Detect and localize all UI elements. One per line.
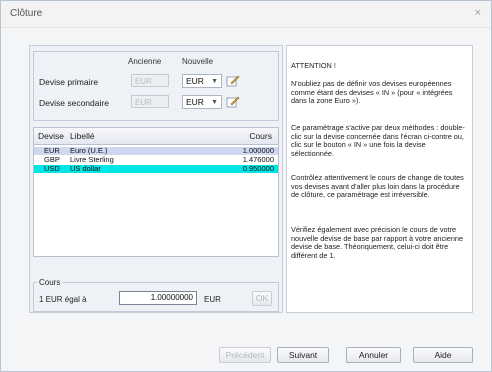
header-old: Ancienne (128, 57, 162, 66)
table-header: Devise Libellé Cours (34, 128, 278, 145)
cell-devise: USD (44, 164, 60, 173)
edit-icon[interactable] (226, 95, 240, 108)
cell-cours: 1.476000 (242, 155, 274, 164)
column-header-cours[interactable]: Cours (249, 131, 272, 141)
next-button[interactable]: Suivant (277, 347, 329, 363)
cell-devise: EUR (44, 146, 60, 155)
cours-group-label: Cours (37, 278, 63, 287)
info-paragraph: N'oubliez pas de définir vos devises eur… (291, 79, 453, 106)
title-bar: Clôture × (1, 1, 491, 28)
cours-prefix: 1 EUR égal à (39, 295, 87, 304)
column-header-libelle[interactable]: Libellé (70, 131, 95, 141)
primary-currency-label: Devise primaire (39, 77, 99, 87)
cell-cours: 0.950000 (242, 164, 274, 173)
previous-button[interactable]: Précédent (219, 347, 271, 363)
info-panel: ATTENTION ! N'oubliez pas de définir vos… (286, 45, 473, 313)
chevron-down-icon: ▼ (211, 99, 218, 106)
secondary-new-select[interactable]: EUR ▼ (182, 95, 222, 109)
info-paragraph: Vérifiez également avec précision le cou… (291, 225, 463, 260)
cours-ok-button[interactable]: OK (252, 291, 272, 306)
edit-icon[interactable] (226, 74, 240, 87)
info-paragraph: Ce paramétrage s'active par deux méthode… (291, 123, 465, 158)
secondary-new-value: EUR (186, 97, 204, 107)
header-new: Nouvelle (182, 57, 214, 66)
cell-libelle: Livre Sterling (70, 155, 114, 164)
table-row[interactable]: EUR Euro (U.E.) 1.000000 (34, 147, 278, 155)
cours-value-input[interactable]: 1.00000000 (119, 291, 197, 305)
table-row[interactable]: USD US dollar 0.950000 (34, 165, 278, 173)
table-row[interactable]: GBP Livre Sterling 1.476000 (34, 156, 278, 164)
info-paragraph: Contrôlez attentivement le cours de chan… (291, 173, 464, 200)
column-header-devise[interactable]: Devise (38, 131, 64, 141)
secondary-currency-label: Devise secondaire (39, 98, 109, 108)
cell-libelle: Euro (U.E.) (70, 146, 108, 155)
cell-libelle: US dollar (70, 164, 101, 173)
currency-table[interactable]: Devise Libellé Cours EUR Euro (U.E.) 1.000… (33, 127, 279, 257)
secondary-old-field: EUR (131, 95, 169, 108)
primary-new-value: EUR (186, 76, 204, 86)
cours-suffix: EUR (204, 295, 221, 304)
cell-cours: 1.000000 (242, 146, 274, 155)
closure-dialog: Clôture × Ancienne Nouvelle Devise prima… (0, 0, 492, 372)
info-title: ATTENTION ! (291, 61, 336, 70)
help-button[interactable]: Aide (413, 347, 473, 363)
close-icon[interactable]: × (475, 7, 481, 19)
chevron-down-icon: ▼ (211, 78, 218, 85)
window-title: Clôture (10, 8, 43, 19)
cancel-button[interactable]: Annuler (346, 347, 401, 363)
primary-old-field: EUR (131, 74, 169, 87)
cell-devise: GBP (44, 155, 60, 164)
primary-new-select[interactable]: EUR ▼ (182, 74, 222, 88)
